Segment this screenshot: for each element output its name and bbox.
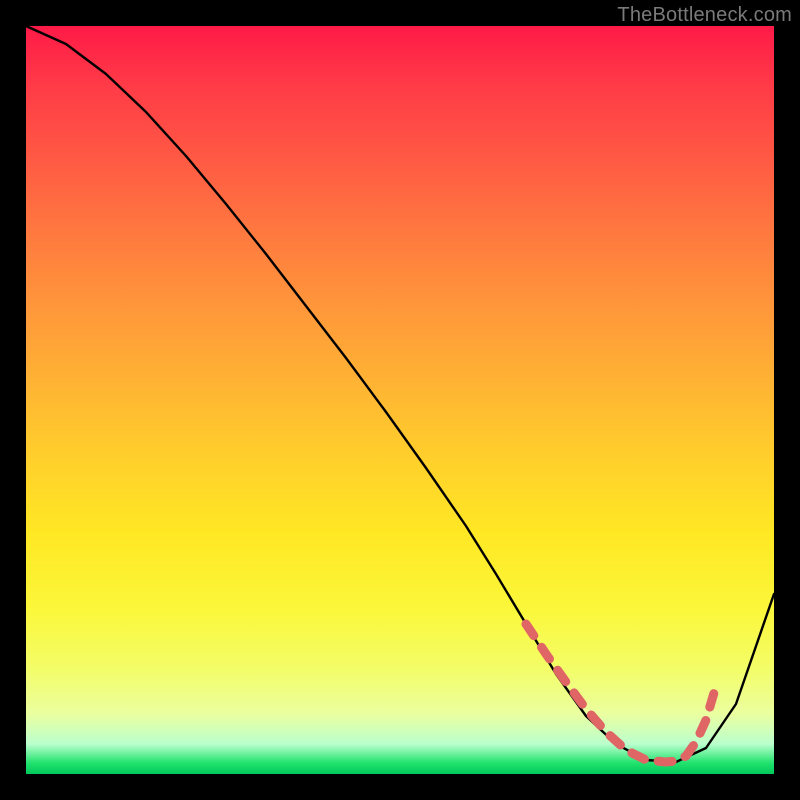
bottleneck-curve xyxy=(26,26,774,762)
dashed-highlight xyxy=(526,624,716,762)
watermark-text: TheBottleneck.com xyxy=(617,4,792,27)
plot-area xyxy=(26,26,774,774)
chart-svg xyxy=(26,26,774,774)
chart-frame: TheBottleneck.com xyxy=(0,0,800,800)
